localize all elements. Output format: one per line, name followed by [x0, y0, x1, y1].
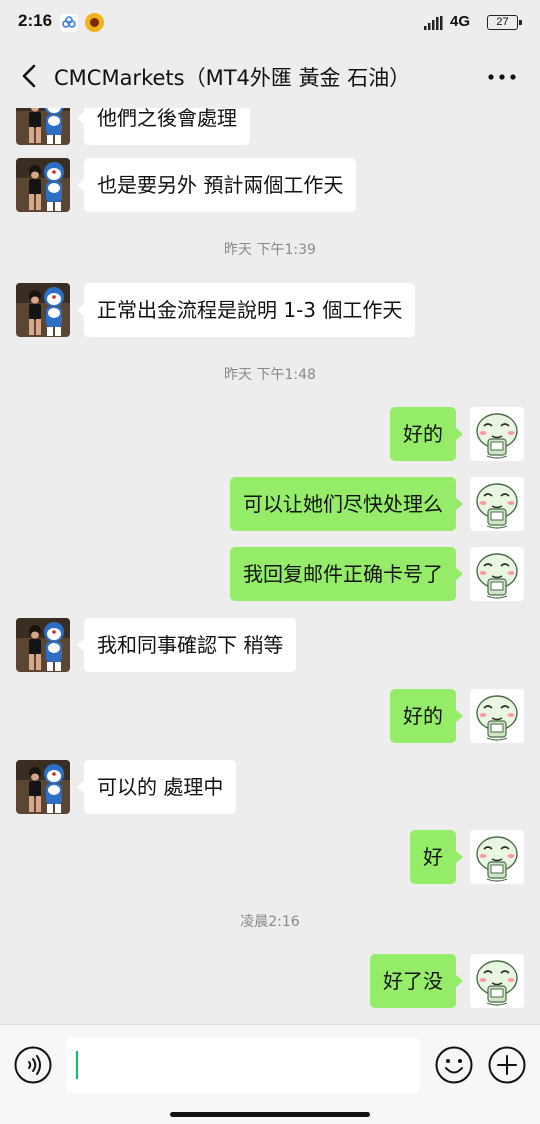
app-notification-icon: [85, 13, 104, 32]
status-bar: 2:16 4G 27: [0, 0, 540, 46]
input-bar: [0, 1024, 540, 1124]
sent-message-bubble[interactable]: 好的: [390, 689, 463, 743]
self-avatar[interactable]: [470, 689, 524, 743]
chevron-left-icon[interactable]: [12, 58, 48, 94]
received-message-bubble[interactable]: 我和同事確認下 稍等: [76, 618, 297, 672]
message-timestamp: 昨天 下午1:48: [224, 367, 316, 383]
chat-title: CMCMarkets（MT4外匯 黃金 石油）: [54, 66, 411, 90]
self-avatar[interactable]: [470, 477, 524, 531]
sent-message-bubble[interactable]: 好了没: [370, 954, 463, 1008]
message-timestamp: 凌晨2:16: [240, 914, 300, 930]
message-timestamp: 昨天 下午1:39: [224, 242, 316, 258]
sent-message-bubble[interactable]: 可以让她们尽快处理么: [230, 477, 463, 531]
contact-avatar[interactable]: [16, 108, 70, 145]
status-time: 2:16: [18, 11, 53, 30]
contact-avatar[interactable]: [16, 158, 70, 212]
received-message-bubble[interactable]: 也是要另外 預計兩個工作天: [76, 158, 357, 212]
chat-header: CMCMarkets（MT4外匯 黃金 石油）: [0, 46, 540, 108]
self-avatar[interactable]: [470, 830, 524, 884]
voice-icon[interactable]: [13, 1045, 53, 1085]
message-list[interactable]: 他們之後會處理也是要另外 預計兩個工作天昨天 下午1:39 正常出金流程是說明 1…: [0, 108, 540, 1024]
signal-icon: [424, 16, 443, 30]
contact-avatar[interactable]: [16, 618, 70, 672]
sent-message-bubble[interactable]: 我回复邮件正确卡号了: [230, 547, 463, 601]
network-type: 4G: [450, 13, 471, 30]
plus-icon[interactable]: [487, 1045, 527, 1085]
self-avatar[interactable]: [470, 547, 524, 601]
contact-avatar[interactable]: [16, 760, 70, 814]
sent-message-bubble[interactable]: 好的: [390, 407, 463, 461]
battery-icon: 27: [487, 15, 522, 30]
more-dots-icon[interactable]: [484, 60, 520, 94]
message-input[interactable]: [66, 1037, 420, 1093]
cloud-app-icon: [60, 14, 78, 32]
self-avatar[interactable]: [470, 954, 524, 1008]
sent-message-bubble[interactable]: 好: [410, 830, 463, 884]
received-message-bubble[interactable]: 正常出金流程是說明 1-3 個工作天: [76, 283, 416, 337]
contact-avatar[interactable]: [16, 283, 70, 337]
received-message-bubble[interactable]: 可以的 處理中: [76, 760, 237, 814]
self-avatar[interactable]: [470, 407, 524, 461]
text-cursor: [76, 1051, 78, 1079]
received-message-bubble[interactable]: 他們之後會處理: [77, 108, 250, 145]
home-indicator: [170, 1112, 370, 1117]
emoji-icon[interactable]: [434, 1045, 474, 1085]
